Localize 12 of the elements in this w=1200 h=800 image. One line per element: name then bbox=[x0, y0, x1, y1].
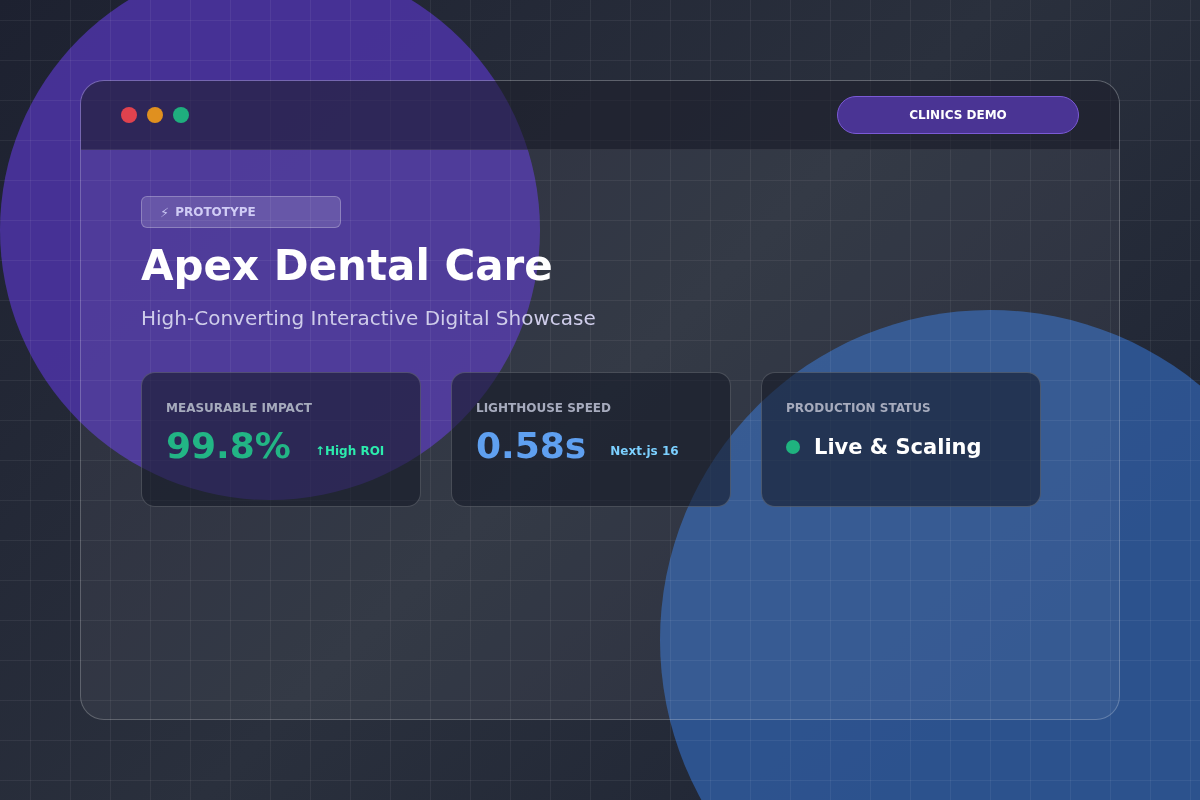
page-title: Apex Dental Care bbox=[141, 240, 553, 292]
lightning-icon: ⚡ bbox=[160, 204, 170, 220]
metric-note: Next.js 16 bbox=[610, 442, 679, 458]
demo-button[interactable]: CLINICS DEMO bbox=[837, 96, 1079, 134]
card-label: LIGHTHOUSE SPEED bbox=[476, 401, 612, 415]
card-label: PRODUCTION STATUS bbox=[786, 401, 932, 415]
badge-label: PROTOTYPE bbox=[175, 205, 256, 219]
metric-value: 0.58s bbox=[476, 425, 587, 466]
status-text: Live & Scaling bbox=[814, 435, 982, 459]
metric-note: ↑High ROI bbox=[314, 442, 385, 458]
metric-value: 99.8% bbox=[166, 425, 291, 466]
card-label: MEASURABLE IMPACT bbox=[166, 401, 313, 415]
